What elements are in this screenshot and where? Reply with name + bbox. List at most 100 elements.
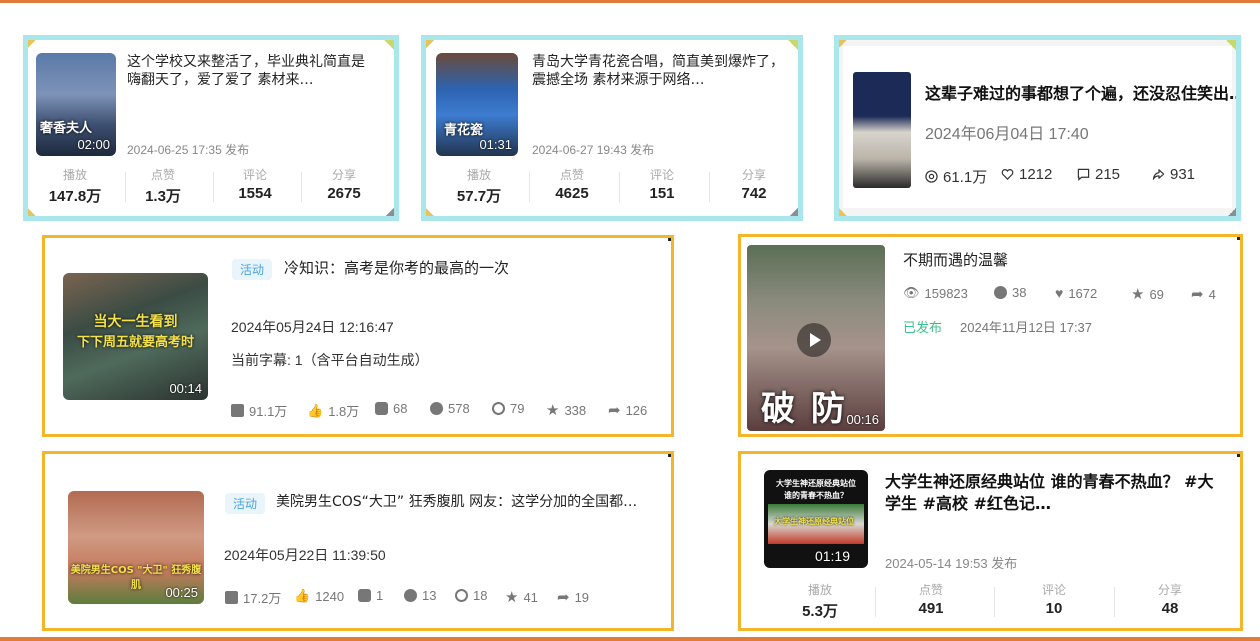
coin-icon	[492, 402, 505, 415]
stat-likes: 点赞 4625	[555, 168, 589, 202]
bottom-divider	[0, 637, 1260, 641]
video-thumbnail[interactable]: 青花瓷 01:31	[436, 53, 518, 156]
comment-icon	[994, 286, 1007, 299]
stat-views: 👁 159823	[903, 285, 968, 301]
video-title[interactable]: 青岛大学青花瓷合唱，简直美到爆炸了，震撼全场 素材来源于网络…	[532, 53, 794, 89]
video-thumbnail[interactable]: 奢香夫人 02:00	[36, 53, 116, 156]
stat-likes: 点赞 1.3万	[145, 168, 181, 205]
stat-comments: 38	[994, 285, 1026, 300]
stat-comments: 评论 1554	[238, 168, 272, 202]
publish-date: 2024年11月12日 17:37	[960, 320, 1093, 335]
thumbs-up-icon: 👍	[294, 588, 311, 603]
stat-favorites: ★ 338	[546, 402, 587, 419]
thumbnail-caption-line2: 下下周五就要高考时	[76, 335, 194, 350]
video-card-2[interactable]: 青花瓷 01:31 青岛大学青花瓷合唱，简直美到爆炸了，震撼全场 素材来源于网络…	[421, 35, 803, 221]
stat-danmaku: 68	[375, 401, 407, 416]
video-thumbnail[interactable]: 美院男生COS "大卫" 狂秀腹肌 00:25	[68, 491, 204, 604]
heart-icon	[1001, 169, 1014, 181]
video-duration: 02:00	[77, 137, 110, 152]
stat-comments: 评论 151	[649, 168, 675, 202]
share-icon: ➦	[608, 402, 621, 419]
share-icon	[1152, 169, 1165, 180]
coin-icon	[455, 589, 468, 602]
star-icon: ★	[546, 402, 560, 419]
stat-shares: 分享 2675	[327, 168, 361, 202]
stat-comments: 13	[404, 588, 436, 603]
video-card-1[interactable]: 奢香夫人 02:00 这个学校又来整活了，毕业典礼简直是嗨翻天了，爱了爱了 素材…	[23, 35, 399, 221]
thumbnail-caption: 奢香夫人	[40, 121, 93, 136]
video-duration: 01:31	[479, 137, 512, 152]
stat-shares: 分享 48	[1157, 583, 1182, 617]
video-title[interactable]: 这个学校又来整活了，毕业典礼简直是嗨翻天了，爱了爱了 素材来…	[127, 53, 377, 89]
danmaku-icon	[375, 402, 388, 415]
video-title[interactable]: 美院男生COS“大卫” 狂秀腹肌 网友：这学分加的全国都…	[276, 493, 646, 511]
play-icon	[231, 404, 244, 417]
stat-likes: 👍 1.8万	[307, 402, 360, 420]
stat-likes: ♥ 1672	[1055, 285, 1098, 301]
danmaku-icon	[358, 589, 371, 602]
play-icon[interactable]	[797, 323, 831, 357]
stat-shares: 分享 742	[741, 168, 767, 202]
publish-date: 2024年05月22日 11:39:50	[224, 547, 386, 563]
stat-comments: 578	[430, 401, 470, 416]
stat-favorites: ★ 69	[1131, 286, 1164, 303]
stat-shares: ➦ 126	[608, 402, 648, 419]
stat-shares: ➦ 19	[557, 589, 590, 606]
video-duration: 00:25	[165, 585, 198, 600]
stat-views: 61.1万	[925, 166, 987, 187]
share-icon: ➦	[1191, 286, 1204, 303]
eye-icon: 👁	[903, 285, 920, 300]
stat-shares: ➦ 4	[1191, 286, 1216, 303]
stat-plays: 播放 5.3万	[802, 583, 838, 620]
stat-likes: 1212	[1001, 166, 1052, 183]
heart-icon: ♥	[1055, 285, 1064, 301]
publish-date: 2024-06-27 19:43 发布	[532, 143, 655, 157]
activity-tag: 活动	[225, 493, 266, 514]
top-divider	[0, 0, 1260, 3]
thumbnail-caption: 青花瓷	[444, 123, 484, 138]
status-badge: 已发布	[903, 320, 943, 335]
video-duration: 00:16	[846, 412, 879, 427]
subtitle-info: 当前字幕: 1（含平台自动生成）	[231, 352, 429, 368]
thumbnail-caption-line3: 大学生神还原经典站位	[774, 517, 854, 526]
video-title[interactable]: 大学生神还原经典站位 谁的青春不热血？ #大学生 #高校 #红色记…	[885, 471, 1215, 515]
stat-comments: 评论 10	[1041, 583, 1066, 617]
stat-comments: 215	[1077, 166, 1120, 183]
play-icon	[225, 591, 238, 604]
stat-coins: 18	[455, 588, 487, 603]
eye-icon	[925, 170, 938, 183]
publish-date: 2024年05月24日 12:16:47	[231, 319, 394, 335]
stat-plays: 播放 57.7万	[456, 168, 502, 205]
star-icon: ★	[505, 589, 519, 606]
stat-plays: 17.2万	[225, 588, 281, 607]
video-title[interactable]: 冷知识：高考是你考的最高的一次	[284, 259, 664, 277]
thumbnail-caption-line1: 当大一生看到	[93, 314, 178, 330]
stat-likes: 点赞 491	[918, 583, 944, 617]
publish-date: 2024-06-25 17:35 发布	[127, 143, 250, 157]
publish-date: 2024-05-14 19:53 发布	[885, 556, 1018, 571]
video-card-5[interactable]: 破 防 00:16 不期而遇的温馨 👁 159823 38 ♥ 1672 ★ 69 ➦…	[738, 234, 1243, 437]
video-card-3[interactable]: 这辈子难过的事都想了个遍，还没忍住笑出… 2024年06月04日 17:40 6…	[834, 35, 1241, 221]
video-card-7[interactable]: 大学生神还原经典站位 谁的青春不热血？ 大学生神还原经典站位 01:19 大学生…	[738, 451, 1243, 631]
stat-likes: 👍 1240	[294, 588, 345, 604]
stat-plays: 91.1万	[231, 401, 287, 420]
stat-shares: 931	[1152, 166, 1195, 183]
video-thumbnail[interactable]: 破 防 00:16	[747, 245, 885, 431]
comment-icon	[404, 589, 417, 602]
video-thumbnail[interactable]: 大学生神还原经典站位 谁的青春不热血？ 大学生神还原经典站位 01:19	[764, 470, 868, 568]
stat-plays: 播放 147.8万	[48, 168, 102, 205]
share-icon: ➦	[557, 589, 570, 606]
publish-date: 2024年06月04日 17:40	[925, 126, 1089, 143]
star-icon: ★	[1131, 286, 1145, 303]
stat-coins: 79	[492, 401, 524, 416]
stat-favorites: ★ 41	[505, 589, 538, 606]
video-title[interactable]: 这辈子难过的事都想了个遍，还没忍住笑出…	[925, 85, 1236, 103]
thumbnail-caption-line2: 谁的青春不热血？	[784, 491, 848, 500]
video-title[interactable]: 不期而遇的温馨	[903, 251, 1008, 269]
thumbs-up-icon: 👍	[307, 402, 324, 418]
video-card-6[interactable]: 美院男生COS "大卫" 狂秀腹肌 00:25 活动 美院男生COS“大卫” 狂…	[42, 451, 674, 631]
video-card-4[interactable]: 当大一生看到 下下周五就要高考时 00:14 活动 冷知识：高考是你考的最高的一…	[42, 235, 674, 437]
video-thumbnail[interactable]	[853, 72, 911, 188]
video-duration: 00:14	[169, 381, 202, 396]
video-thumbnail[interactable]: 当大一生看到 下下周五就要高考时 00:14	[63, 273, 208, 400]
